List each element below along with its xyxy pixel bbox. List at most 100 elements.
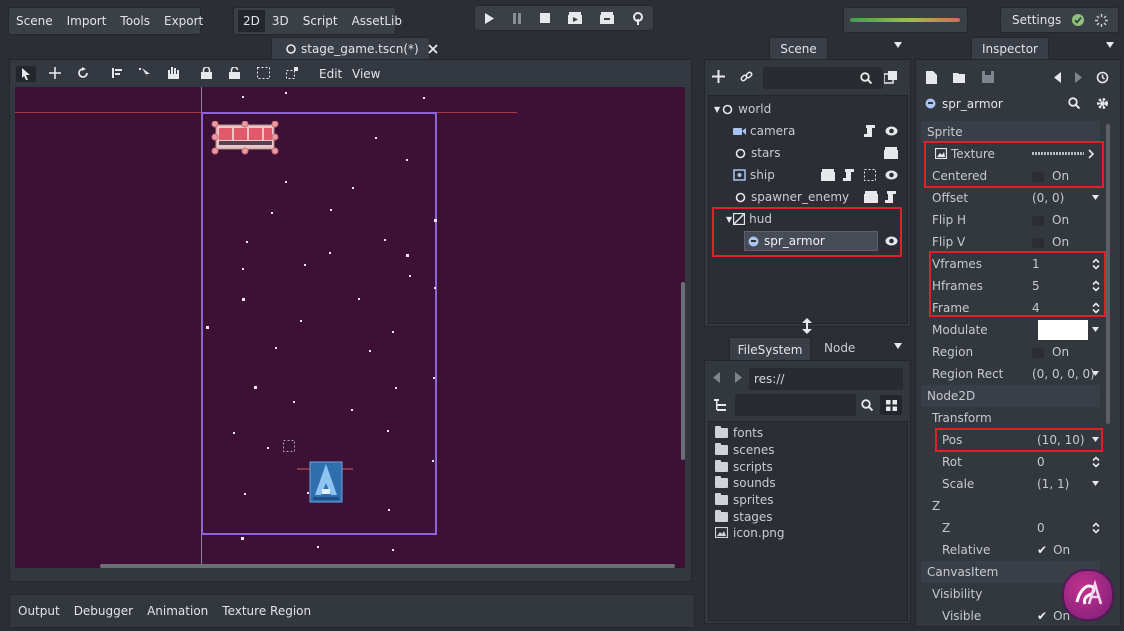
dock-menu-arrow-icon[interactable] [894,343,902,349]
dropdown-arrow-icon[interactable] [1092,195,1099,200]
path-field[interactable]: res:// [749,368,903,390]
select-tool-icon[interactable] [16,66,36,82]
tree-item-hud[interactable]: ▼ hud [709,208,907,230]
prop-z[interactable]: Z 0 [921,517,1100,539]
unlock-icon[interactable] [229,67,240,79]
expand-arrow-icon[interactable]: ▼ [714,105,720,114]
spinbox-arrows-icon[interactable] [1092,522,1100,534]
ship-sprite[interactable] [297,459,353,505]
tab-filesystem[interactable]: FileSystem [729,337,811,361]
tab-3d[interactable]: 3D [265,14,296,28]
history-icon[interactable] [1096,71,1109,84]
group-icon[interactable] [864,169,876,181]
forward-arrow-icon[interactable] [735,372,742,383]
file-item-scripts[interactable]: scripts [715,458,773,475]
settings-button[interactable]: Settings [1005,13,1068,27]
visibility-eye-icon[interactable] [885,125,898,137]
file-item-fonts[interactable]: fonts [715,424,763,441]
dropdown-arrow-icon[interactable] [1092,371,1099,376]
tab-debugger[interactable]: Debugger [74,604,133,618]
script-icon[interactable] [885,191,896,203]
chevron-right-icon[interactable] [1088,149,1094,159]
list-select-icon[interactable] [139,67,152,79]
spinbox-arrows-icon[interactable] [1092,302,1100,314]
prop-centered[interactable]: Centered On [921,165,1100,187]
tab-2d[interactable]: 2D [238,10,265,32]
dock-menu-arrow-icon[interactable] [1106,42,1114,48]
scene-instance-icon[interactable] [821,169,835,181]
viewport-hscrollbar[interactable] [100,564,675,568]
search-icon[interactable] [860,72,872,84]
prop-modulate[interactable]: Modulate [921,319,1100,341]
prop-frame[interactable]: Frame 4 [921,297,1100,319]
prop-region-rect[interactable]: Region Rect (0, 0, 0, 0) [921,363,1100,385]
file-item-sprites[interactable]: sprites [715,491,773,508]
prop-flip-v[interactable]: Flip V On [921,231,1100,253]
back-arrow-icon[interactable] [713,372,720,383]
viewport-edit-menu[interactable]: Edit [319,67,342,81]
tree-view-icon[interactable] [714,399,727,411]
play-icon[interactable] [484,12,494,24]
spinbox-arrows-icon[interactable] [1092,280,1100,292]
prop-hframes[interactable]: Hframes 5 [921,275,1100,297]
spinbox-arrows-icon[interactable] [1092,456,1100,468]
prop-scale[interactable]: Scale (1, 1) [921,473,1100,495]
group-icon[interactable] [257,67,270,79]
prop-vframes[interactable]: Vframes 1 [921,253,1100,275]
canvas-viewport[interactable] [15,87,685,568]
file-item-scenes[interactable]: scenes [715,441,774,458]
tree-item-stars[interactable]: stars [709,142,907,164]
prop-pos[interactable]: Pos (10, 10) [921,429,1100,451]
gear-icon[interactable] [1096,97,1109,110]
modulate-color-swatch[interactable] [1038,320,1088,340]
prop-flip-h[interactable]: Flip H On [921,209,1100,231]
scene-dock-tab[interactable]: Scene [769,37,828,60]
tab-script[interactable]: Script [296,14,345,28]
history-forward-icon[interactable] [1075,72,1082,83]
pause-icon[interactable] [512,12,522,24]
dock-resize-handle-icon[interactable] [802,318,812,334]
play-scene-icon[interactable] [568,12,582,24]
armor-sprite[interactable] [211,120,279,155]
dock-menu-arrow-icon[interactable] [894,42,902,48]
open-folder-icon[interactable] [953,72,967,83]
tree-item-world[interactable]: ▼ world [709,98,907,120]
grid-view-icon[interactable] [880,395,902,415]
tab-animation[interactable]: Animation [147,604,208,618]
scene-instance-icon[interactable] [884,147,898,159]
tab-assetlib[interactable]: AssetLib [345,14,409,28]
tree-item-camera[interactable]: camera [709,120,907,142]
dropdown-arrow-icon[interactable] [1092,437,1099,442]
dropdown-arrow-icon[interactable] [1092,481,1099,486]
section-node2d[interactable]: Node2D [921,385,1100,407]
prop-value[interactable]: 5 [1032,279,1040,293]
inspector-tab[interactable]: Inspector [971,37,1049,60]
file-item-icon-png[interactable]: icon.png [715,524,785,541]
prop-texture[interactable]: Texture [921,143,1100,165]
scene-instance-icon[interactable] [864,191,878,203]
lock-icon[interactable] [201,67,212,79]
tree-item-spawner-enemy[interactable]: spawner_enemy [709,186,907,208]
section-sprite[interactable]: Sprite [921,121,1100,143]
viewport-vscrollbar[interactable] [681,282,685,460]
tree-item-spr-armor[interactable]: spr_armor [709,230,907,252]
rotate-tool-icon[interactable] [77,67,89,79]
save-icon[interactable] [982,71,994,83]
link-icon[interactable] [740,70,753,83]
prop-value[interactable]: 0 [1037,521,1045,535]
pivot-tool-icon[interactable] [111,67,123,79]
menu-tools[interactable]: Tools [113,14,157,28]
move-tool-icon[interactable] [49,67,61,79]
viewport-view-menu[interactable]: View [352,67,380,81]
tab-output[interactable]: Output [18,604,60,618]
play-custom-scene-icon[interactable] [600,12,614,24]
subsection-transform[interactable]: Transform [921,407,1100,429]
flip-h-checkbox[interactable]: On [1032,213,1069,227]
visible-checkbox[interactable]: ✔ On [1037,609,1070,623]
prop-relative[interactable]: Relative ✔ On [921,539,1100,561]
pan-tool-icon[interactable] [167,66,179,79]
stop-icon[interactable] [540,13,550,23]
script-icon[interactable] [843,169,854,181]
tab-node[interactable]: Node [824,341,855,355]
region-checkbox[interactable]: On [1032,345,1069,359]
